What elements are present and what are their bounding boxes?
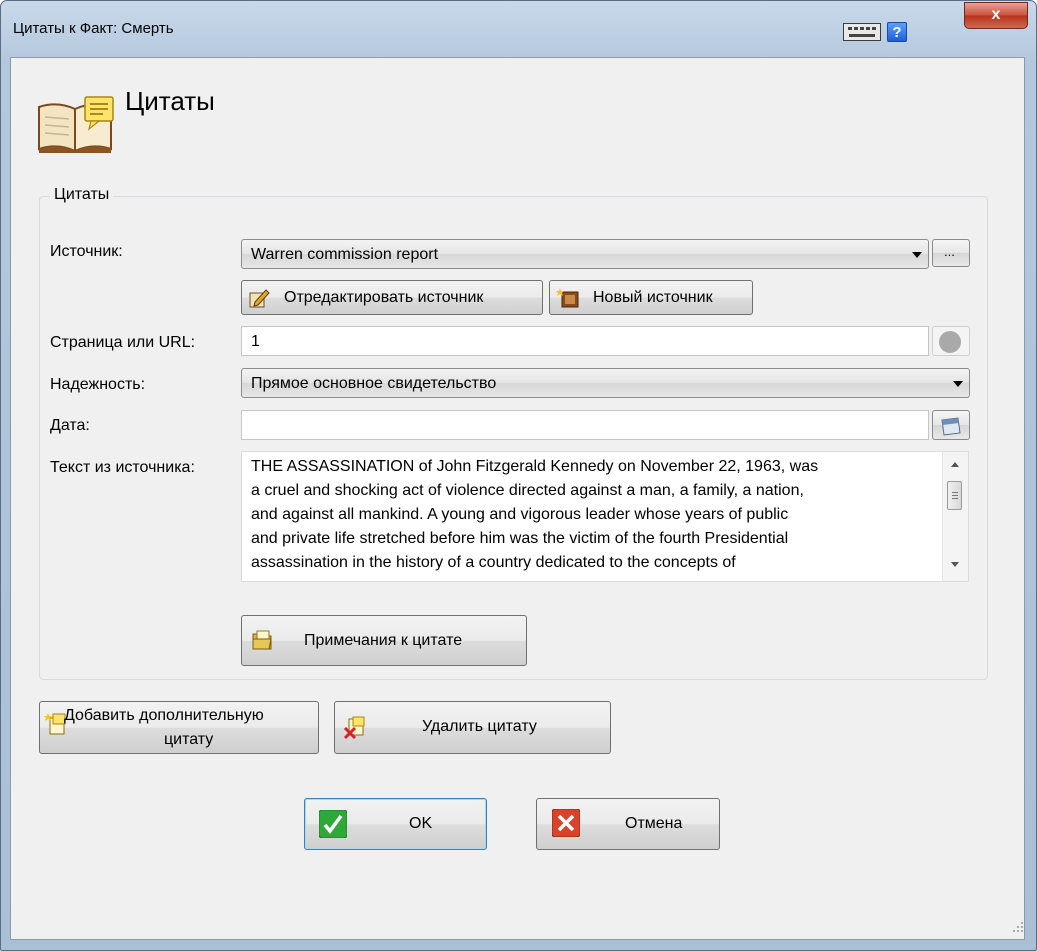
chevron-down-icon — [953, 381, 963, 387]
source-text-line: THE ASSASSINATION of John Fitzgerald Ken… — [251, 458, 819, 475]
add-citation-button[interactable]: Добавить дополнительную цитату — [39, 701, 319, 754]
groupbox-legend: Цитаты — [50, 186, 114, 204]
source-text-label: Текст из источника: — [50, 459, 195, 476]
reliability-dropdown[interactable]: Прямое основное свидетельство — [241, 368, 970, 398]
page-url-value: 1 — [251, 333, 260, 350]
scroll-thumb[interactable] — [947, 481, 962, 510]
source-dropdown[interactable]: Warren commission report — [241, 239, 929, 269]
delete-note-icon — [343, 716, 365, 740]
scroll-up-icon[interactable] — [951, 462, 959, 467]
calendar-icon — [941, 417, 961, 436]
vertical-scrollbar[interactable] — [942, 452, 968, 581]
edit-pencil-icon — [249, 289, 270, 308]
close-icon: x — [991, 6, 1001, 23]
check-icon — [319, 810, 347, 838]
add-note-icon — [44, 713, 66, 735]
open-url-button[interactable] — [932, 326, 970, 356]
citation-notes-label: Примечания к цитате — [304, 632, 463, 649]
cancel-x-icon — [552, 809, 580, 837]
source-text-area[interactable]: THE ASSASSINATION of John Fitzgerald Ken… — [241, 451, 969, 582]
window-title: Цитаты к Факт: Смерть — [13, 20, 174, 37]
edit-source-button[interactable]: Отредактировать источник — [241, 280, 543, 315]
source-text-line: a cruel and shocking act of violence dir… — [251, 482, 804, 499]
browse-source-button[interactable]: ... — [932, 239, 970, 267]
source-text-line: assassination in the history of a countr… — [251, 554, 736, 571]
source-text-line: and against all mankind. A young and vig… — [251, 506, 789, 523]
scroll-down-icon[interactable] — [951, 562, 959, 567]
title-bar[interactable]: Цитаты к Факт: Смерть ? x — [1, 1, 1036, 57]
cancel-button[interactable]: Отмена — [536, 798, 720, 850]
page-title: Цитаты — [125, 86, 215, 116]
add-citation-label-line1: Добавить дополнительную — [64, 707, 264, 724]
edit-source-label: Отредактировать источник — [284, 289, 484, 306]
new-book-icon — [556, 288, 579, 308]
ellipsis-label: ... — [944, 244, 955, 259]
source-value: Warren commission report — [251, 246, 439, 263]
source-label: Источник: — [50, 243, 123, 260]
delete-citation-button[interactable]: Удалить цитату — [334, 701, 611, 754]
ok-label: OK — [409, 815, 433, 832]
delete-citation-label: Удалить цитату — [422, 718, 537, 735]
keyboard-icon[interactable] — [843, 23, 881, 41]
citation-notes-button[interactable]: Примечания к цитате — [241, 615, 527, 666]
url-circle-icon — [939, 331, 961, 353]
book-note-icon — [38, 96, 114, 153]
notes-folder-icon — [252, 630, 272, 650]
close-button[interactable]: x — [964, 2, 1028, 29]
source-text-line: and private life stretched before him wa… — [251, 530, 789, 547]
reliability-value: Прямое основное свидетельство — [251, 375, 497, 392]
new-source-button[interactable]: Новый источник — [549, 280, 753, 315]
help-icon[interactable]: ? — [887, 22, 907, 42]
cancel-label: Отмена — [625, 815, 683, 832]
page-label: Страница или URL: — [50, 334, 196, 351]
date-picker-button[interactable] — [932, 410, 970, 440]
date-input[interactable] — [241, 410, 929, 440]
reliability-label: Надежность: — [50, 376, 146, 393]
resize-grip[interactable] — [1011, 922, 1023, 934]
date-label: Дата: — [50, 417, 90, 434]
source-text-content: THE ASSASSINATION of John Fitzgerald Ken… — [251, 455, 939, 575]
ok-button[interactable]: OK — [304, 798, 487, 850]
new-source-label: Новый источник — [593, 289, 713, 306]
chevron-down-icon — [912, 252, 922, 258]
add-citation-label-line2: цитату — [164, 731, 214, 748]
page-url-input[interactable]: 1 — [241, 326, 929, 356]
